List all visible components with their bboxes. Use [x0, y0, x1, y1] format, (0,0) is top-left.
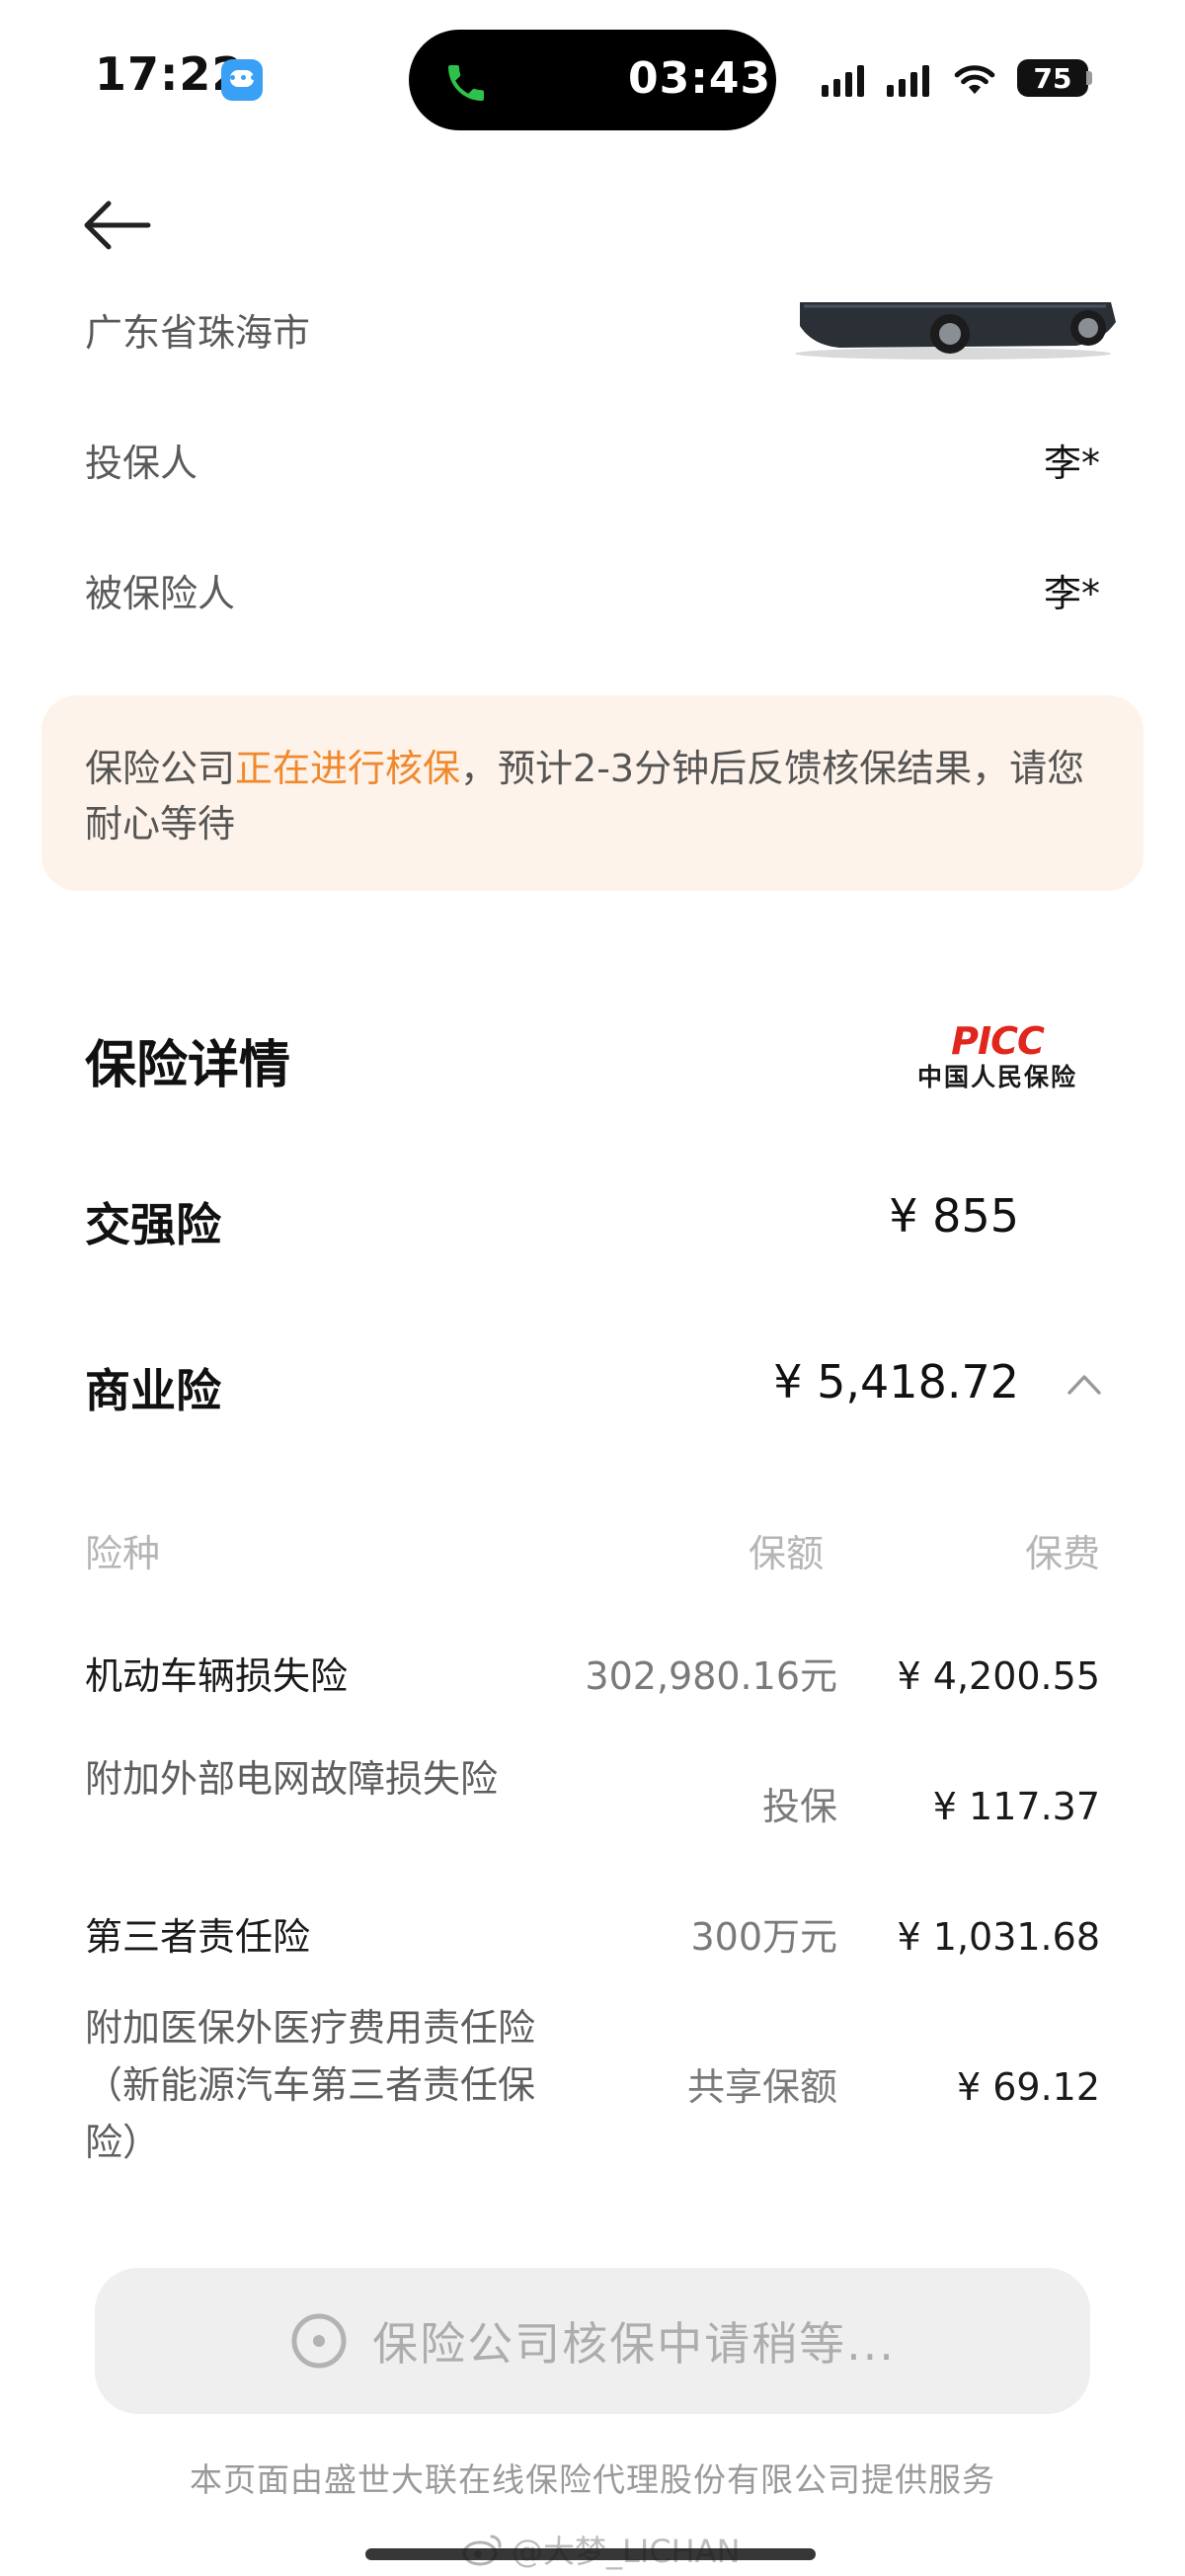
- coverage-name: 附加医保外医疗费用责任险（新能源汽车第三者责任保险）: [85, 2006, 536, 2164]
- signal-icon-sim2: [887, 63, 929, 97]
- underwriting-wait-button[interactable]: 保险公司核保中请稍等...: [95, 2268, 1090, 2414]
- compulsory-insurance-label: 交强险: [85, 1198, 221, 1251]
- commercial-insurance-label[interactable]: 商业险: [85, 1355, 221, 1420]
- column-header-coverage: 保额: [748, 1532, 824, 1575]
- policyholder-value: 李*: [1043, 442, 1100, 485]
- battery-indicator: 75: [1017, 59, 1088, 97]
- car-image: [795, 302, 1116, 360]
- vehicle-region: 广东省珠海市: [85, 311, 311, 355]
- coverage-amount: 302,980.16元: [585, 1654, 837, 1698]
- battery-cap: [1086, 71, 1092, 85]
- back-arrow-icon[interactable]: [79, 196, 154, 255]
- underwriting-notice: 保险公司正在进行核保，预计2-3分钟后反馈核保结果，请您耐心等待: [41, 695, 1144, 891]
- message-icon-dots: [230, 75, 256, 81]
- column-header-type: 险种: [85, 1532, 161, 1575]
- notice-prefix: 保险公司: [85, 747, 236, 790]
- coverage-amount: 300万元: [690, 1915, 837, 1959]
- wait-button-label: 保险公司核保中请稍等...: [372, 2317, 896, 2371]
- coverage-premium: ¥ 117.37: [932, 1785, 1100, 1828]
- insurer-logo: PICC 中国人民保险: [899, 1021, 1096, 1092]
- insurer-logo-name: 中国人民保险: [916, 1063, 1077, 1091]
- notice-highlight: 正在进行核保: [235, 747, 461, 790]
- chevron-up-icon[interactable]: [1066, 1371, 1102, 1397]
- service-provider-note: 本页面由盛世大联在线保险代理股份有限公司提供服务: [190, 2460, 995, 2499]
- coverage-amount: 投保: [761, 1785, 837, 1828]
- phone-icon: [448, 65, 484, 101]
- commercial-insurance-amount: ¥ 5,418.72: [773, 1355, 1019, 1409]
- coverage-name: 第三者责任险: [85, 1915, 311, 1959]
- insured-value: 李*: [1043, 572, 1100, 615]
- loading-icon: [291, 2313, 347, 2369]
- coverage-premium: ¥ 1,031.68: [897, 1915, 1100, 1959]
- coverage-premium: ¥ 69.12: [956, 2065, 1100, 2109]
- wifi-icon: [954, 65, 995, 95]
- insurer-logo-mark: PICC: [951, 1019, 1045, 1063]
- insurance-details-title: 保险详情: [85, 1036, 291, 1095]
- column-header-premium: 保费: [1024, 1532, 1100, 1575]
- insured-label: 被保险人: [85, 572, 236, 615]
- compulsory-insurance-amount: ¥ 855: [889, 1189, 1019, 1243]
- coverage-name: 附加外部电网故障损失险: [85, 1757, 499, 1801]
- coverage-amount: 共享保额: [686, 2065, 837, 2109]
- policyholder-label: 投保人: [85, 442, 198, 485]
- coverage-premium: ¥ 4,200.55: [897, 1654, 1100, 1698]
- coverage-name: 机动车辆损失险: [85, 1654, 349, 1698]
- call-timer: 03:43: [628, 53, 772, 104]
- signal-icon-sim1: [822, 63, 864, 97]
- home-indicator[interactable]: [365, 2548, 816, 2560]
